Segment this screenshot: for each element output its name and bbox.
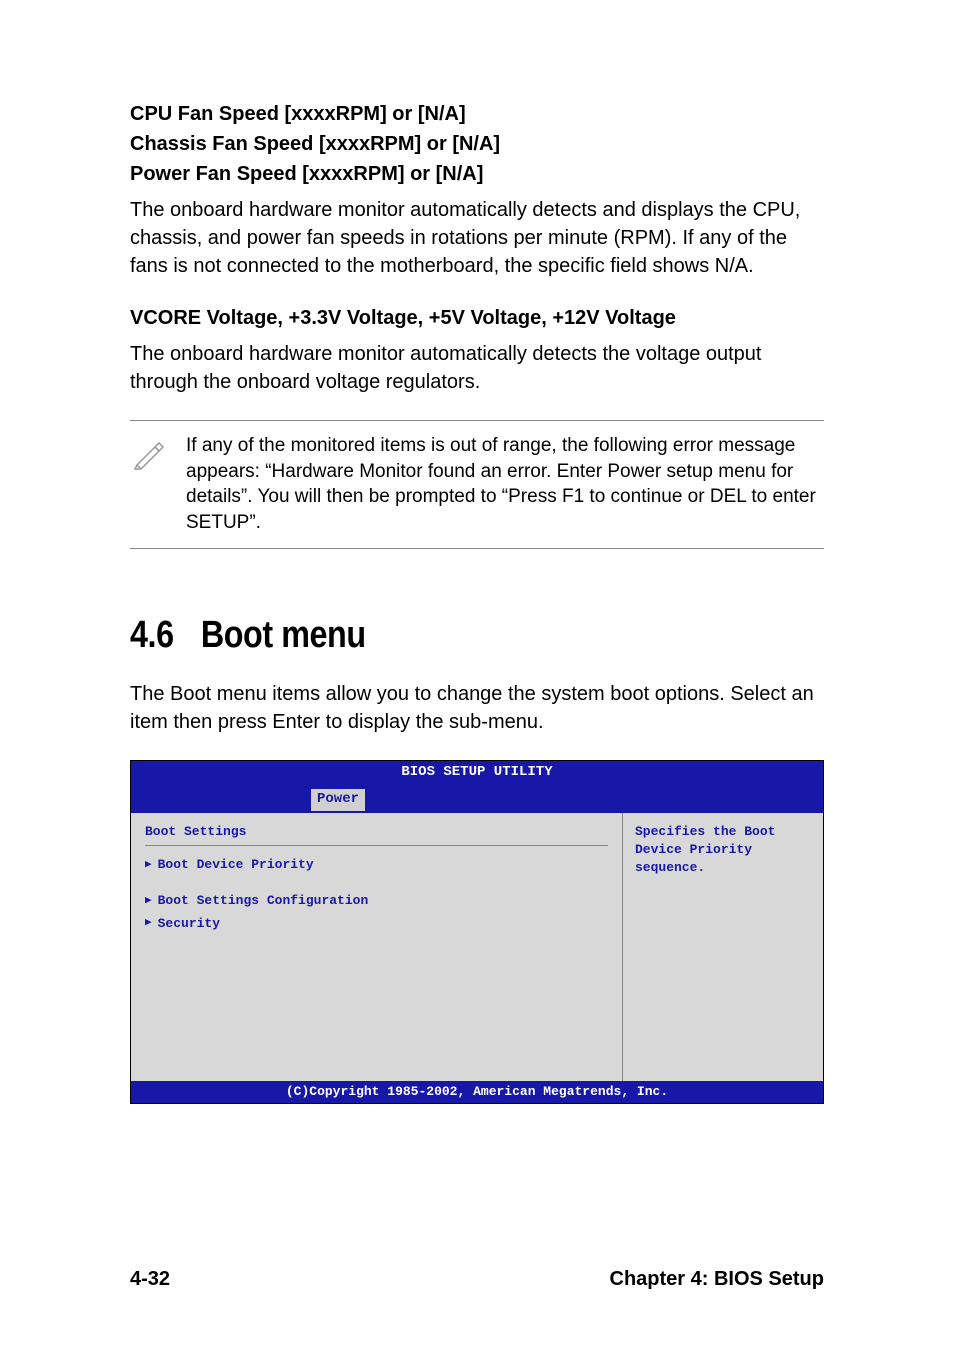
bios-header-title: BIOS SETUP UTILITY [131, 761, 823, 783]
section-heading: 4.6 Boot menu [130, 609, 720, 662]
heading-voltage: VCORE Voltage, +3.3V Voltage, +5V Voltag… [130, 304, 824, 332]
bios-screenshot: BIOS SETUP UTILITY Power Boot Settings ▶… [130, 760, 824, 1104]
page-footer: 4-32 Chapter 4: BIOS Setup [130, 1268, 824, 1291]
note-text: If any of the monitored items is out of … [186, 433, 824, 536]
heading-cpu-fan: CPU Fan Speed [xxxxRPM] or [N/A] [130, 100, 824, 128]
page-number: 4-32 [130, 1268, 170, 1291]
bios-section-title: Boot Settings [145, 823, 608, 841]
section-title-text: Boot menu [201, 614, 366, 656]
paragraph-fan-desc: The onboard hardware monitor automatical… [130, 196, 824, 280]
bios-help-text: Specifies the Boot Device Priority seque… [635, 823, 811, 878]
chapter-label: Chapter 4: BIOS Setup [610, 1268, 824, 1291]
heading-chassis-fan: Chassis Fan Speed [xxxxRPM] or [N/A] [130, 130, 824, 158]
bios-item-label: Boot Settings Configuration [158, 892, 369, 910]
bios-left-panel: Boot Settings ▶ Boot Device Priority ▶ B… [131, 813, 623, 1081]
bios-tab-row: Power [131, 782, 823, 813]
note-callout: If any of the monitored items is out of … [130, 420, 824, 549]
bios-item-label: Boot Device Priority [158, 856, 314, 874]
bios-tab-power: Power [311, 789, 365, 811]
note-pencil-icon [130, 433, 166, 469]
triangle-right-icon: ▶ [145, 858, 152, 873]
bios-item-boot-device-priority: ▶ Boot Device Priority [145, 856, 608, 874]
paragraph-boot-desc: The Boot menu items allow you to change … [130, 680, 824, 736]
triangle-right-icon: ▶ [145, 894, 152, 909]
paragraph-voltage-desc: The onboard hardware monitor automatical… [130, 340, 824, 396]
bios-footer-copyright: (C)Copyright 1985-2002, American Megatre… [131, 1081, 823, 1103]
bios-item-boot-settings-config: ▶ Boot Settings Configuration [145, 892, 608, 910]
section-number: 4.6 [130, 609, 174, 662]
bios-item-security: ▶ Security [145, 915, 608, 933]
bios-divider [145, 845, 608, 846]
heading-power-fan: Power Fan Speed [xxxxRPM] or [N/A] [130, 160, 824, 188]
bios-help-panel: Specifies the Boot Device Priority seque… [623, 813, 823, 1081]
triangle-right-icon: ▶ [145, 916, 152, 931]
bios-item-label: Security [158, 915, 220, 933]
